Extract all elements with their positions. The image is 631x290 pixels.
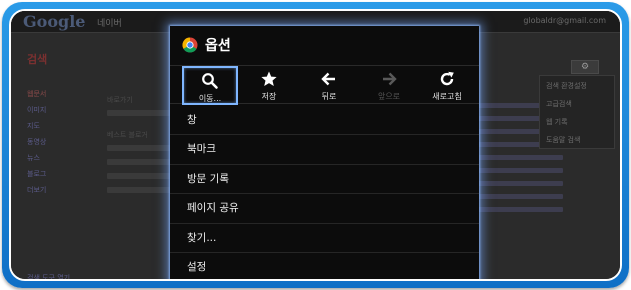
- background-left-item: 더보기: [27, 186, 47, 194]
- menu-item-find[interactable]: 찾기...: [170, 224, 479, 253]
- star-icon: [261, 71, 277, 86]
- background-right-line: [473, 194, 563, 199]
- gear-icon: ⚙: [571, 60, 599, 74]
- save-button[interactable]: 저장: [240, 66, 298, 105]
- background-left-item: 웹문서: [27, 90, 47, 98]
- arrow-left-icon: [321, 72, 335, 86]
- menu-item-bookmarks[interactable]: 북마크: [170, 135, 479, 165]
- background-left-item: 이미지: [27, 106, 47, 114]
- google-logo: Google: [23, 12, 86, 31]
- background-tools-link: 검색 도구 열기: [27, 274, 71, 281]
- background-side-item: 웹 기록: [546, 118, 568, 126]
- background-search-text: 네이버: [97, 19, 122, 29]
- background-left-bottom: 검색 도구 열기: [27, 273, 107, 281]
- background-right-line: [473, 155, 563, 160]
- background-account: globaldr@gmail.com: [523, 16, 606, 25]
- background-side-item: 고급검색: [546, 100, 572, 108]
- back-button-label: 뒤로: [321, 92, 337, 101]
- menu-item-history[interactable]: 방문 기록: [170, 165, 479, 195]
- background-right-line: [473, 181, 563, 186]
- search-icon: [202, 73, 218, 89]
- refresh-button-label: 새로고침: [432, 92, 462, 101]
- refresh-button[interactable]: 새로고침: [418, 66, 476, 105]
- background-side-menu: 검색 환경설정 고급검색 웹 기록 도움말 검색: [539, 75, 615, 149]
- chrome-icon: [182, 37, 198, 53]
- background-side-item: 도움말 검색: [546, 136, 581, 144]
- refresh-icon: [440, 71, 454, 86]
- screen: Google 네이버 globaldr@gmail.com 검색 웹문서 이미지…: [9, 9, 622, 281]
- go-button-label: 이동...: [198, 94, 222, 103]
- background-left-item: 지도: [27, 122, 40, 130]
- background-left-item: 동영상: [27, 138, 47, 146]
- background-side-item: 검색 환경설정: [546, 82, 587, 90]
- menu-title: 옵션: [205, 38, 231, 54]
- options-menu: 옵션 이동... 저장 뒤로 앞으로 새로고침 창 북마크 방문 기록 페이지 …: [170, 26, 479, 279]
- background-right-line: [473, 168, 563, 173]
- menu-list: 창 북마크 방문 기록 페이지 공유 찾기... 설정: [170, 106, 479, 279]
- background-left-item: 뉴스: [27, 154, 40, 162]
- forward-button-label: 앞으로: [377, 92, 401, 101]
- go-button[interactable]: 이동...: [182, 66, 238, 105]
- background-left-item: 블로그: [27, 170, 47, 178]
- menu-item-share-page[interactable]: 페이지 공유: [170, 194, 479, 224]
- device-frame: Google 네이버 globaldr@gmail.com 검색 웹문서 이미지…: [2, 2, 629, 288]
- menu-header: 옵션: [170, 26, 479, 63]
- background-right-line: [473, 207, 563, 212]
- forward-button[interactable]: 앞으로: [360, 66, 418, 105]
- menu-item-settings[interactable]: 설정: [170, 253, 479, 279]
- back-button[interactable]: 뒤로: [300, 66, 358, 105]
- background-left-title: 검색: [27, 53, 48, 66]
- save-button-label: 저장: [261, 92, 277, 101]
- background-left-list: 웹문서 이미지 지도 동영상 뉴스 블로그 더보기: [27, 89, 87, 201]
- menu-item-window[interactable]: 창: [170, 106, 479, 136]
- menu-toolbar: 이동... 저장 뒤로 앞으로 새로고침: [170, 65, 479, 105]
- arrow-right-icon: [383, 72, 397, 86]
